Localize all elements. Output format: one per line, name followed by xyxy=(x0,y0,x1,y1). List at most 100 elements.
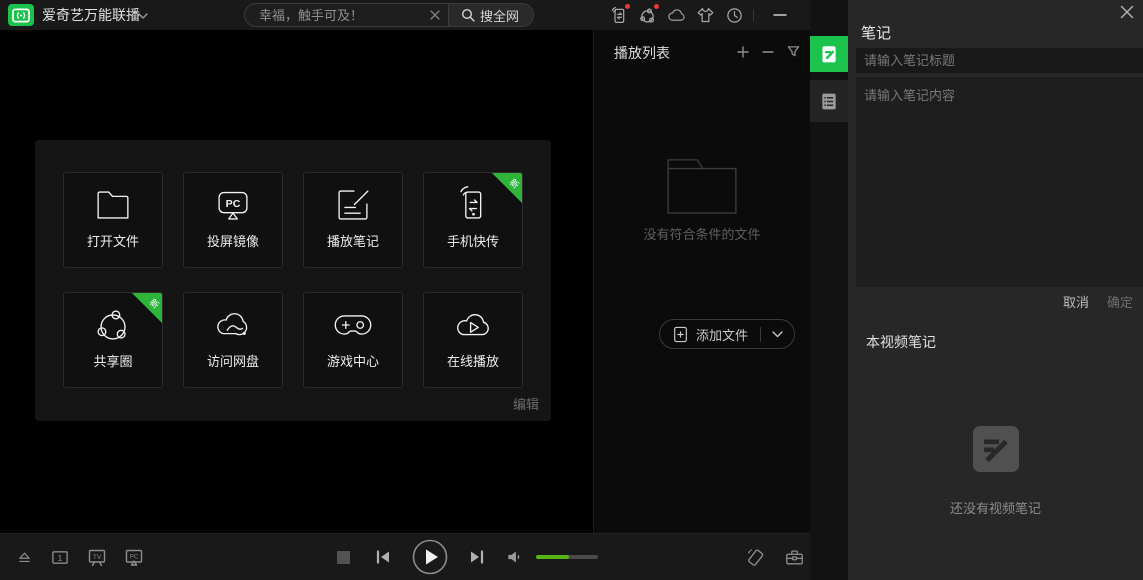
cloud-play-icon xyxy=(450,302,496,348)
search-button[interactable]: 搜全网 xyxy=(448,4,533,26)
new-badge: 新 xyxy=(492,173,522,203)
stop-button[interactable] xyxy=(337,551,350,564)
app-window: 爱奇艺万能联播 搜全网 xyxy=(0,0,1143,580)
filter-icon[interactable] xyxy=(787,45,800,58)
empty-folder-icon xyxy=(664,156,740,216)
cancel-button[interactable]: 取消 xyxy=(1063,292,1089,311)
play-button[interactable] xyxy=(412,539,448,575)
playlist-panel: 播放列表 没有符合条件的文件 添加文件 xyxy=(593,30,810,533)
tv-cast-icon[interactable]: TV xyxy=(87,547,107,567)
note-form-buttons: 取消 确定 xyxy=(1063,292,1133,311)
clear-search-icon[interactable] xyxy=(422,10,448,20)
volume-slider[interactable] xyxy=(536,555,598,559)
svg-text:PC: PC xyxy=(130,555,139,561)
tile-label: 播放笔记 xyxy=(327,231,379,250)
tile-open-file[interactable]: 打开文件 xyxy=(63,172,163,268)
close-icon[interactable] xyxy=(1120,5,1134,19)
player-left-tools: 1 TV PC xyxy=(16,534,144,580)
phone-transfer-icon xyxy=(450,182,496,228)
search-icon xyxy=(461,8,475,22)
note-content-input[interactable] xyxy=(856,77,1143,287)
eject-icon[interactable] xyxy=(16,548,33,566)
player-right-tools xyxy=(745,534,805,580)
search-input[interactable] xyxy=(245,8,422,23)
phone-transfer-icon[interactable] xyxy=(609,4,628,26)
titlebar-icons xyxy=(609,0,744,30)
tile-label: 在线播放 xyxy=(447,351,499,370)
notes-empty-state: 还没有视频笔记 xyxy=(848,426,1143,517)
note-edit-icon xyxy=(330,182,376,228)
skin-icon[interactable] xyxy=(696,4,715,26)
cloud-disk-icon[interactable] xyxy=(667,4,686,26)
share-circle-icon[interactable] xyxy=(638,4,657,26)
search-box: 搜全网 xyxy=(244,3,534,27)
confirm-button[interactable]: 确定 xyxy=(1107,292,1133,311)
empty-note-icon xyxy=(973,426,1019,472)
tile-label: 打开文件 xyxy=(87,231,139,250)
phone-connect-icon[interactable] xyxy=(745,547,766,568)
tile-play-notes[interactable]: 播放笔记 xyxy=(303,172,403,268)
edit-grid-button[interactable]: 编辑 xyxy=(513,394,539,413)
previous-button[interactable] xyxy=(374,549,392,565)
tile-label: 手机快传 xyxy=(447,231,499,250)
toolbox-icon[interactable] xyxy=(784,547,805,567)
notes-panel-title: 笔记 xyxy=(861,22,891,43)
playlist-title: 播放列表 xyxy=(614,43,670,63)
video-area: 打开文件 PC 投屏镜像 播放笔记 新 xyxy=(0,30,593,533)
tile-phone-fast-transfer[interactable]: 新 手机快传 xyxy=(423,172,523,268)
share-circle-icon xyxy=(90,302,136,348)
volume-fill xyxy=(536,555,569,559)
playlist-empty-state: 没有符合条件的文件 xyxy=(594,156,810,243)
next-button[interactable] xyxy=(468,549,486,565)
video-notes-section-title: 本视频笔记 xyxy=(866,332,936,352)
notes-panel: 笔记 取消 确定 本视频笔记 还没有视频笔记 xyxy=(848,0,1143,580)
tile-share-circle[interactable]: 新 共享圈 xyxy=(63,292,163,388)
tile-label: 投屏镜像 xyxy=(207,231,259,250)
playlist-tools xyxy=(737,45,800,58)
playlist-empty-text: 没有符合条件的文件 xyxy=(643,224,760,243)
feature-grid-panel: 打开文件 PC 投屏镜像 播放笔记 新 xyxy=(35,140,551,421)
svg-text:1: 1 xyxy=(58,552,63,562)
chevron-down-icon[interactable] xyxy=(138,13,148,19)
add-icon[interactable] xyxy=(737,46,749,58)
tab-playlist[interactable] xyxy=(810,80,848,122)
speed-1-icon[interactable]: 1 xyxy=(50,548,70,567)
note-title-input[interactable] xyxy=(856,48,1143,73)
tile-screen-mirror[interactable]: PC 投屏镜像 xyxy=(183,172,283,268)
list-icon xyxy=(819,91,839,112)
app-title: 爱奇艺万能联播 xyxy=(42,0,140,30)
search-button-label: 搜全网 xyxy=(480,6,519,25)
notification-dot xyxy=(625,4,630,9)
tile-label: 共享圈 xyxy=(93,351,132,370)
pc-mirror-icon[interactable]: PC xyxy=(124,547,144,567)
tile-label: 游戏中心 xyxy=(327,351,379,370)
pc-mirror-icon: PC xyxy=(210,182,256,228)
volume-icon[interactable] xyxy=(506,549,523,565)
tile-label: 访问网盘 xyxy=(207,351,259,370)
tile-online-play[interactable]: 在线播放 xyxy=(423,292,523,388)
app-logo-icon xyxy=(8,4,34,26)
side-tabstrip xyxy=(810,0,848,580)
player-controls xyxy=(337,534,598,580)
tab-notes[interactable] xyxy=(810,36,848,72)
button-divider xyxy=(760,327,761,342)
svg-text:PC: PC xyxy=(226,198,241,210)
tile-cloud-disk[interactable]: 访问网盘 xyxy=(183,292,283,388)
history-icon[interactable] xyxy=(725,4,744,26)
folder-icon xyxy=(90,182,136,228)
file-plus-icon xyxy=(673,326,688,343)
new-badge: 新 xyxy=(132,293,162,323)
minimize-button[interactable] xyxy=(770,0,790,30)
chevron-down-icon[interactable] xyxy=(772,331,783,338)
remove-icon[interactable] xyxy=(762,46,774,58)
titlebar-divider xyxy=(753,9,754,21)
add-file-label: 添加文件 xyxy=(696,325,748,344)
tile-game-center[interactable]: 游戏中心 xyxy=(303,292,403,388)
notes-empty-text: 还没有视频笔记 xyxy=(950,498,1041,517)
player-bar: 1 TV PC xyxy=(0,533,810,580)
add-file-button[interactable]: 添加文件 xyxy=(659,319,795,349)
notification-dot xyxy=(654,4,659,9)
gamepad-icon xyxy=(330,302,376,348)
cloud-disk-icon xyxy=(210,302,256,348)
svg-text:TV: TV xyxy=(93,554,102,561)
